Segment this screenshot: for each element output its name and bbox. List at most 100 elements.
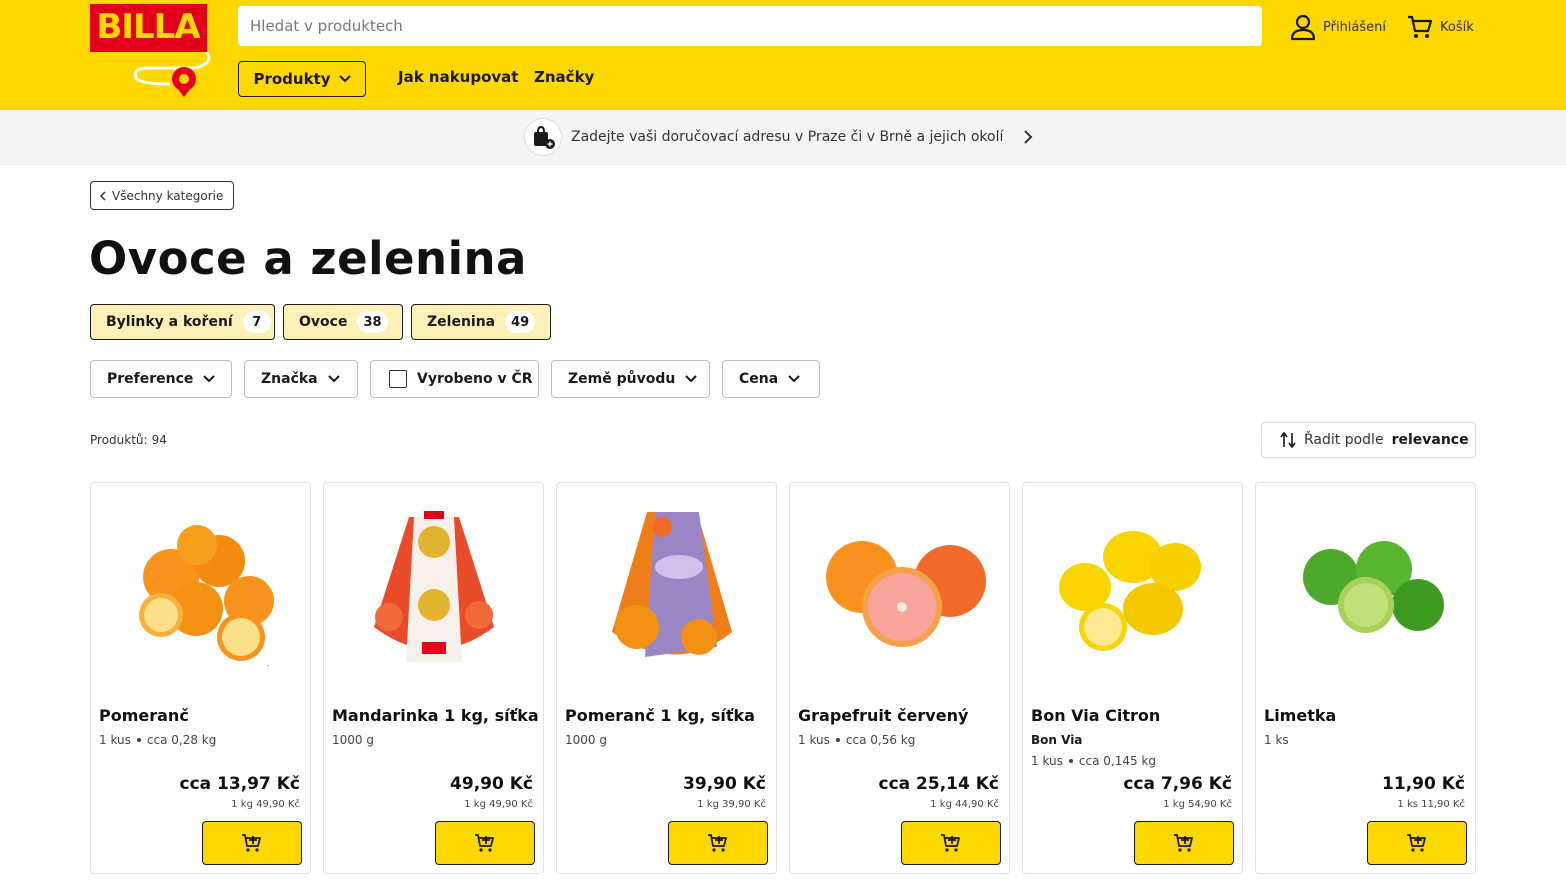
product-meta: 1000 g — [565, 733, 607, 747]
category-label: Zelenina — [427, 314, 496, 330]
product-unit-price: 1 kg 44,90 Kč — [930, 799, 999, 810]
filter-origin[interactable]: Země původu — [551, 360, 710, 398]
nav-brands[interactable]: Značky — [534, 68, 594, 86]
products-menu-label: Produkty — [253, 70, 331, 88]
cart-icon — [1408, 15, 1433, 38]
header: BILLA Přihlášení Košík Produkty Jak naku… — [0, 0, 1566, 110]
lemon-image — [1059, 531, 1201, 651]
add-to-cart-button[interactable] — [668, 821, 768, 865]
category-chip-fruit[interactable]: Ovoce 38 — [283, 304, 403, 340]
category-chip-vegetables[interactable]: Zelenina 49 — [411, 304, 551, 340]
category-chip-herbs[interactable]: Bylinky a koření 7 — [90, 304, 275, 340]
filter-made-in-cz[interactable]: Vyrobeno v ČR — [370, 360, 539, 398]
separator-dot — [136, 738, 141, 742]
chevron-down-icon — [685, 375, 698, 383]
back-label: Všechny kategorie — [112, 188, 224, 203]
product-unit-price: 1 kg 54,90 Kč — [1163, 799, 1232, 810]
product-price: 11,90 Kč — [1382, 774, 1465, 794]
login-button[interactable]: Přihlášení — [1289, 12, 1386, 42]
product-approx: cca 0,56 kg — [845, 733, 916, 747]
product-card[interactable]: Pomeranč 1 kg, síťka 1000 g 39,90 Kč 1 k… — [556, 482, 777, 874]
filter-brand[interactable]: Značka — [244, 360, 358, 398]
sort-arrows-icon — [1280, 431, 1296, 449]
add-to-cart-icon — [1407, 834, 1426, 852]
delivery-address-prompt[interactable]: Zadejte vaši doručovací adresu v Praze č… — [571, 129, 1003, 145]
delivery-bag-icon — [524, 118, 562, 156]
sort-button[interactable]: Řadit podle relevance — [1261, 422, 1476, 458]
filter-label: Země původu — [568, 371, 676, 387]
category-label: Bylinky a koření — [106, 314, 233, 330]
add-to-cart-icon — [941, 834, 960, 852]
product-card[interactable]: • Pomeranč 1 kus cca 0,28 kg cca 13,97 K… — [90, 482, 311, 874]
product-qty: 1 kus — [798, 733, 830, 747]
product-qty: 1 kus — [1031, 754, 1063, 768]
product-name[interactable]: Pomeranč 1 kg, síťka — [565, 706, 755, 725]
product-name[interactable]: Pomeranč — [99, 706, 189, 725]
add-to-cart-icon — [1174, 834, 1193, 852]
orange-fruit-image — [139, 525, 274, 661]
product-qty: 1000 g — [332, 733, 374, 747]
product-card[interactable]: Limetka 1 ks 11,90 Kč 1 ks 11,90 Kč — [1255, 482, 1476, 874]
grapefruit-image — [826, 541, 986, 647]
billa-logo[interactable]: BILLA — [90, 4, 215, 100]
page-title: Ovoce a zelenina — [89, 232, 527, 285]
cart-label: Košík — [1440, 19, 1474, 35]
product-price: cca 25,14 Kč — [878, 774, 1000, 794]
product-name[interactable]: Limetka — [1264, 706, 1336, 725]
lime-image — [1303, 541, 1444, 633]
back-to-categories-button[interactable]: Všechny kategorie — [90, 181, 234, 210]
chevron-down-icon — [788, 375, 800, 383]
chevron-right-icon[interactable] — [1022, 129, 1034, 145]
product-qty: 1000 g — [565, 733, 607, 747]
product-price: cca 7,96 Kč — [1123, 774, 1232, 794]
products-menu-button[interactable]: Produkty — [238, 61, 366, 97]
user-icon — [1290, 14, 1316, 41]
product-count: Produktů: 94 — [90, 433, 167, 447]
made-in-cz-checkbox[interactable] — [389, 370, 407, 388]
product-unit-price: 1 kg 49,90 Kč — [464, 799, 533, 810]
nav-how-to-shop[interactable]: Jak nakupovat — [398, 68, 518, 86]
product-name[interactable]: Mandarinka 1 kg, síťka — [332, 706, 539, 725]
delivery-bar[interactable]: Zadejte vaši doručovací adresu v Praze č… — [0, 110, 1566, 165]
category-count: 7 — [242, 311, 271, 333]
filter-label: Cena — [739, 371, 779, 387]
product-unit-price: 1 ks 11,90 Kč — [1397, 799, 1465, 810]
separator-dot — [1068, 759, 1073, 763]
add-to-cart-button[interactable] — [1134, 821, 1234, 865]
product-meta: 1 ks — [1264, 733, 1289, 747]
filter-price[interactable]: Cena — [722, 360, 820, 398]
search-input[interactable] — [238, 6, 1262, 46]
add-to-cart-button[interactable] — [1367, 821, 1467, 865]
product-qty: 1 ks — [1264, 733, 1289, 747]
add-to-cart-icon — [475, 834, 494, 852]
filter-label: Značka — [261, 371, 318, 387]
filter-preference[interactable]: Preference — [90, 360, 232, 398]
add-to-cart-icon — [242, 834, 261, 852]
product-meta: 1000 g — [332, 733, 374, 747]
product-count-value: 94 — [151, 433, 167, 447]
login-label: Přihlášení — [1323, 19, 1387, 35]
product-card[interactable]: Mandarinka 1 kg, síťka 1000 g 49,90 Kč 1… — [323, 482, 544, 874]
cart-button[interactable]: Košík — [1406, 12, 1474, 42]
separator-dot — [835, 738, 840, 742]
sort-prefix: Řadit podle — [1304, 432, 1384, 448]
add-to-cart-icon — [708, 834, 727, 852]
chevron-left-icon — [99, 190, 106, 201]
product-unit-price: 1 kg 39,90 Kč — [697, 799, 766, 810]
add-to-cart-button[interactable] — [901, 821, 1001, 865]
filter-label: Preference — [107, 371, 194, 387]
chevron-down-icon — [203, 375, 216, 383]
add-to-cart-button[interactable] — [202, 821, 302, 865]
product-name[interactable]: Grapefruit červený — [798, 706, 968, 725]
filter-label: Vyrobeno v ČR — [417, 371, 533, 387]
add-to-cart-button[interactable] — [435, 821, 535, 865]
logo-text: BILLA — [96, 7, 200, 47]
product-price: 49,90 Kč — [450, 774, 533, 794]
product-card[interactable]: Grapefruit červený 1 kus cca 0,56 kg cca… — [789, 482, 1010, 874]
product-card[interactable]: Bon Via Citron Bon Via 1 kus cca 0,145 k… — [1022, 482, 1243, 874]
sort-value: relevance — [1391, 432, 1469, 448]
product-name[interactable]: Bon Via Citron — [1031, 706, 1160, 725]
product-meta: 1 kus cca 0,145 kg — [1031, 754, 1156, 768]
mandarin-net-image — [374, 511, 494, 662]
product-brand[interactable]: Bon Via — [1031, 733, 1082, 747]
